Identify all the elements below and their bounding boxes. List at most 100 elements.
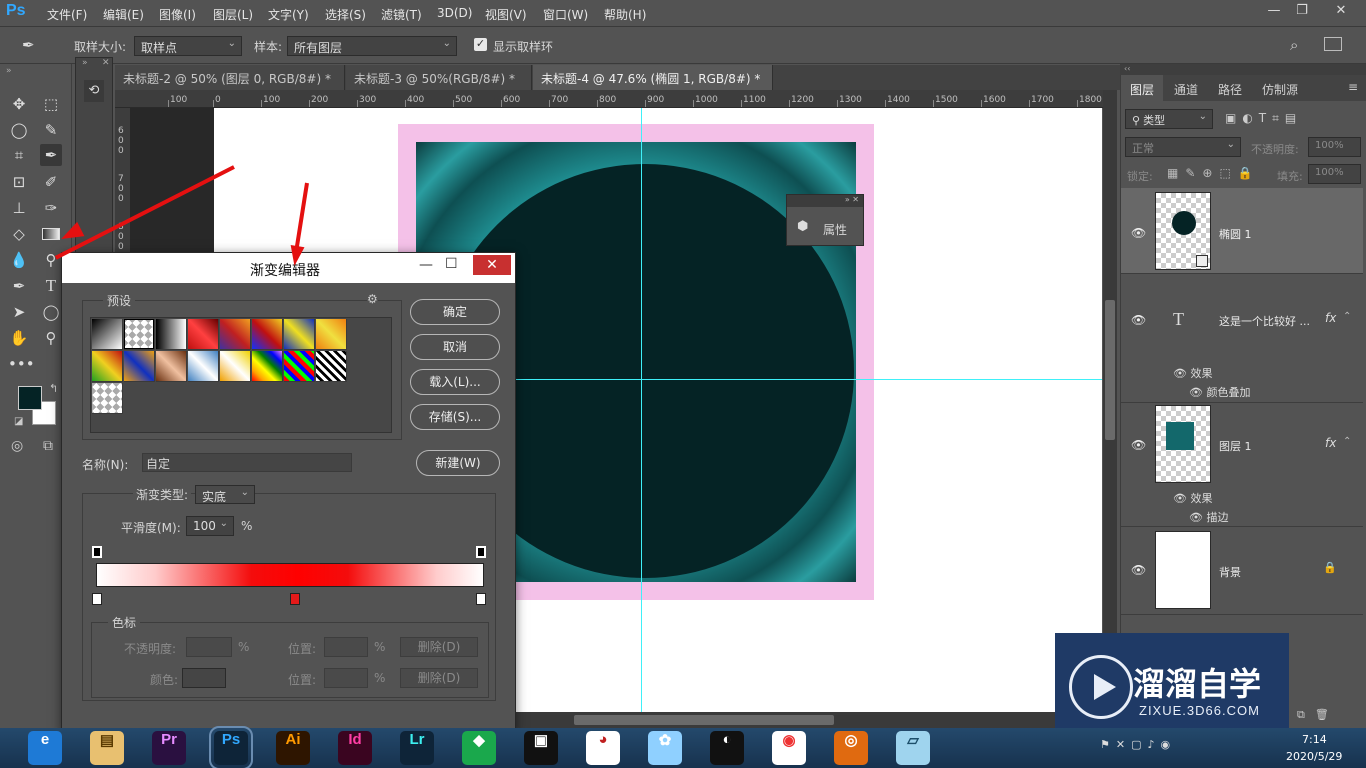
type-tool-icon[interactable]: T xyxy=(40,275,62,297)
color-stop-left[interactable] xyxy=(92,593,102,605)
gradient-preset-swatch[interactable] xyxy=(92,351,123,382)
eye-icon[interactable]: 👁 xyxy=(1131,438,1146,452)
menu-view[interactable]: 视图(V) xyxy=(485,6,527,23)
gradient-preset-swatch[interactable] xyxy=(188,351,219,382)
taskbar-app-ie[interactable]: e xyxy=(28,731,62,765)
gradient-preset-swatch[interactable] xyxy=(284,351,315,382)
history-brush-icon[interactable]: ✑ xyxy=(40,197,62,219)
smooth-select[interactable]: 100 ⌄ xyxy=(186,516,234,536)
close-button[interactable]: ✕ xyxy=(473,255,511,275)
taskbar-app-id[interactable]: Id xyxy=(338,731,372,765)
gradient-preset-swatch[interactable] xyxy=(92,319,123,350)
tab-channels[interactable]: 通道 xyxy=(1165,75,1207,101)
opacity-stop-right[interactable] xyxy=(476,546,486,558)
scroll-thumb[interactable] xyxy=(574,715,834,725)
gradient-preset-swatch[interactable] xyxy=(156,319,187,350)
layer-name[interactable]: 图层 1 xyxy=(1219,438,1252,454)
frame-tool-icon[interactable]: ⊡ xyxy=(8,171,30,193)
fx-icon[interactable]: fx xyxy=(1325,311,1336,325)
new-button[interactable]: 新建(W) xyxy=(416,450,500,476)
gradient-preset-swatch[interactable] xyxy=(92,383,123,414)
opacity-input[interactable]: 100% xyxy=(1308,137,1361,157)
crop-tool-icon[interactable]: ⌗ xyxy=(8,144,30,166)
color-stop-middle[interactable] xyxy=(290,593,300,605)
quick-select-icon[interactable]: ✎ xyxy=(40,119,62,141)
layer-name[interactable]: 椭圆 1 xyxy=(1219,226,1252,242)
more-tools-icon[interactable]: ••• xyxy=(8,353,35,375)
taskbar-app-ai[interactable]: Ai xyxy=(276,731,310,765)
ok-button[interactable]: 确定 xyxy=(410,299,500,325)
expand-icon[interactable]: » xyxy=(82,58,88,68)
layer-row-layer1[interactable]: 👁 图层 1 fx ⌃ 👁 效果 👁 描边 xyxy=(1121,403,1363,527)
opacity-stop-left[interactable] xyxy=(92,546,102,558)
history-icon[interactable]: ⟲ xyxy=(84,80,104,102)
marquee-tool-icon[interactable]: ⬚ xyxy=(40,93,62,115)
load-button[interactable]: 载入(L)... xyxy=(410,369,500,395)
dodge-tool-icon[interactable]: ⚲ xyxy=(40,249,62,271)
cancel-button[interactable]: 取消 xyxy=(410,334,500,360)
taskbar-app-bird[interactable]: ✿ xyxy=(648,731,682,765)
gradient-preset-swatch[interactable] xyxy=(220,351,251,382)
blend-mode-select[interactable]: 正常 ⌄ xyxy=(1125,137,1241,157)
gradient-ramp[interactable] xyxy=(96,563,484,587)
menu-file[interactable]: 文件(F) xyxy=(47,6,87,23)
gradient-preset-swatch[interactable] xyxy=(316,351,347,382)
taskbar-app-lr[interactable]: Lr xyxy=(400,731,434,765)
layer-name[interactable]: 这是一个比较好 ... xyxy=(1219,313,1310,329)
collapse-icon[interactable]: » xyxy=(6,66,12,76)
eyedropper-icon[interactable]: ✒ xyxy=(22,36,35,54)
gradient-preset-swatch[interactable] xyxy=(124,351,155,382)
layer-row-ellipse[interactable]: 👁 椭圆 1 xyxy=(1121,188,1363,274)
menu-select[interactable]: 选择(S) xyxy=(325,6,366,23)
foreground-color-swatch[interactable] xyxy=(18,386,42,410)
quick-mask-icon[interactable]: ◎ xyxy=(11,438,23,454)
menu-help[interactable]: 帮助(H) xyxy=(604,6,646,23)
menu-filter[interactable]: 滤镜(T) xyxy=(381,6,422,23)
menu-3d[interactable]: 3D(D) xyxy=(437,6,472,20)
tray-icons[interactable]: ⚑✕▢♪◉ xyxy=(1100,738,1176,751)
zoom-tool-icon[interactable]: ⚲ xyxy=(40,327,62,349)
taskbar-app-ps[interactable]: Ps xyxy=(209,726,253,768)
gradient-preset-swatch[interactable] xyxy=(220,319,251,350)
eye-icon[interactable]: 👁 xyxy=(1173,367,1187,380)
clock-time[interactable]: 7:14 xyxy=(1302,733,1327,746)
type-select[interactable]: 实底 ⌄ xyxy=(195,485,255,504)
search-icon[interactable]: ⌕ xyxy=(1290,36,1298,54)
sample-select[interactable]: 所有图层 ⌄ xyxy=(287,36,457,56)
vertical-scrollbar[interactable] xyxy=(1103,90,1117,710)
name-input[interactable]: 自定 xyxy=(142,453,352,472)
effects-row[interactable]: 👁 效果 xyxy=(1173,490,1212,506)
chevron-up-icon[interactable]: ⌃ xyxy=(1343,311,1351,322)
gradient-preset-swatch[interactable] xyxy=(284,319,315,350)
tab-layers[interactable]: 图层 xyxy=(1121,75,1164,101)
panel-menu-icon[interactable]: ≡ xyxy=(1348,80,1358,94)
menu-image[interactable]: 图像(I) xyxy=(159,6,196,23)
taskbar-app-chart[interactable]: ◕ xyxy=(586,731,620,765)
default-colors-icon[interactable]: ◪ xyxy=(14,416,23,427)
gradient-preset-swatch[interactable] xyxy=(156,351,187,382)
chevron-up-icon[interactable]: ⌃ xyxy=(1343,436,1351,447)
layer-filter-icons[interactable]: ▣◐T⌗▤ xyxy=(1225,111,1355,126)
menu-edit[interactable]: 编辑(E) xyxy=(103,6,144,23)
scroll-thumb[interactable] xyxy=(1105,300,1115,440)
taskbar-app-chrome[interactable]: ◉ xyxy=(772,731,806,765)
eraser-tool-icon[interactable]: ◇ xyxy=(8,223,30,245)
taskbar-app-fox[interactable]: ◎ xyxy=(834,731,868,765)
layer-actions[interactable]: ⧉🗑 xyxy=(1297,708,1339,722)
minimize-icon[interactable]: — xyxy=(1263,3,1285,21)
layer-filter-select[interactable]: ⚲ 类型 ⌄ xyxy=(1125,109,1213,129)
brush-tool-icon[interactable]: ✐ xyxy=(40,171,62,193)
save-button[interactable]: 存储(S)... xyxy=(410,404,500,430)
ellipse-tool-icon[interactable]: ◯ xyxy=(40,301,62,323)
tab-doc-3[interactable]: 未标题-3 @ 50%(RGB/8#) * ✕ xyxy=(346,65,532,101)
taskbar-app-green[interactable]: ◆ xyxy=(462,731,496,765)
color-stop-right[interactable] xyxy=(476,593,486,605)
tab-clone-source[interactable]: 仿制源 xyxy=(1253,75,1307,101)
fx-icon[interactable]: fx xyxy=(1325,436,1336,450)
taskbar-app-explorer[interactable]: ▤ xyxy=(90,731,124,765)
path-select-icon[interactable]: ➤ xyxy=(8,301,30,323)
eye-icon[interactable]: 👁 xyxy=(1173,492,1187,505)
show-ring-checkbox[interactable]: ✓ xyxy=(474,38,487,51)
taskbar-app-pr[interactable]: Pr xyxy=(152,731,186,765)
menu-window[interactable]: 窗口(W) xyxy=(543,6,588,23)
